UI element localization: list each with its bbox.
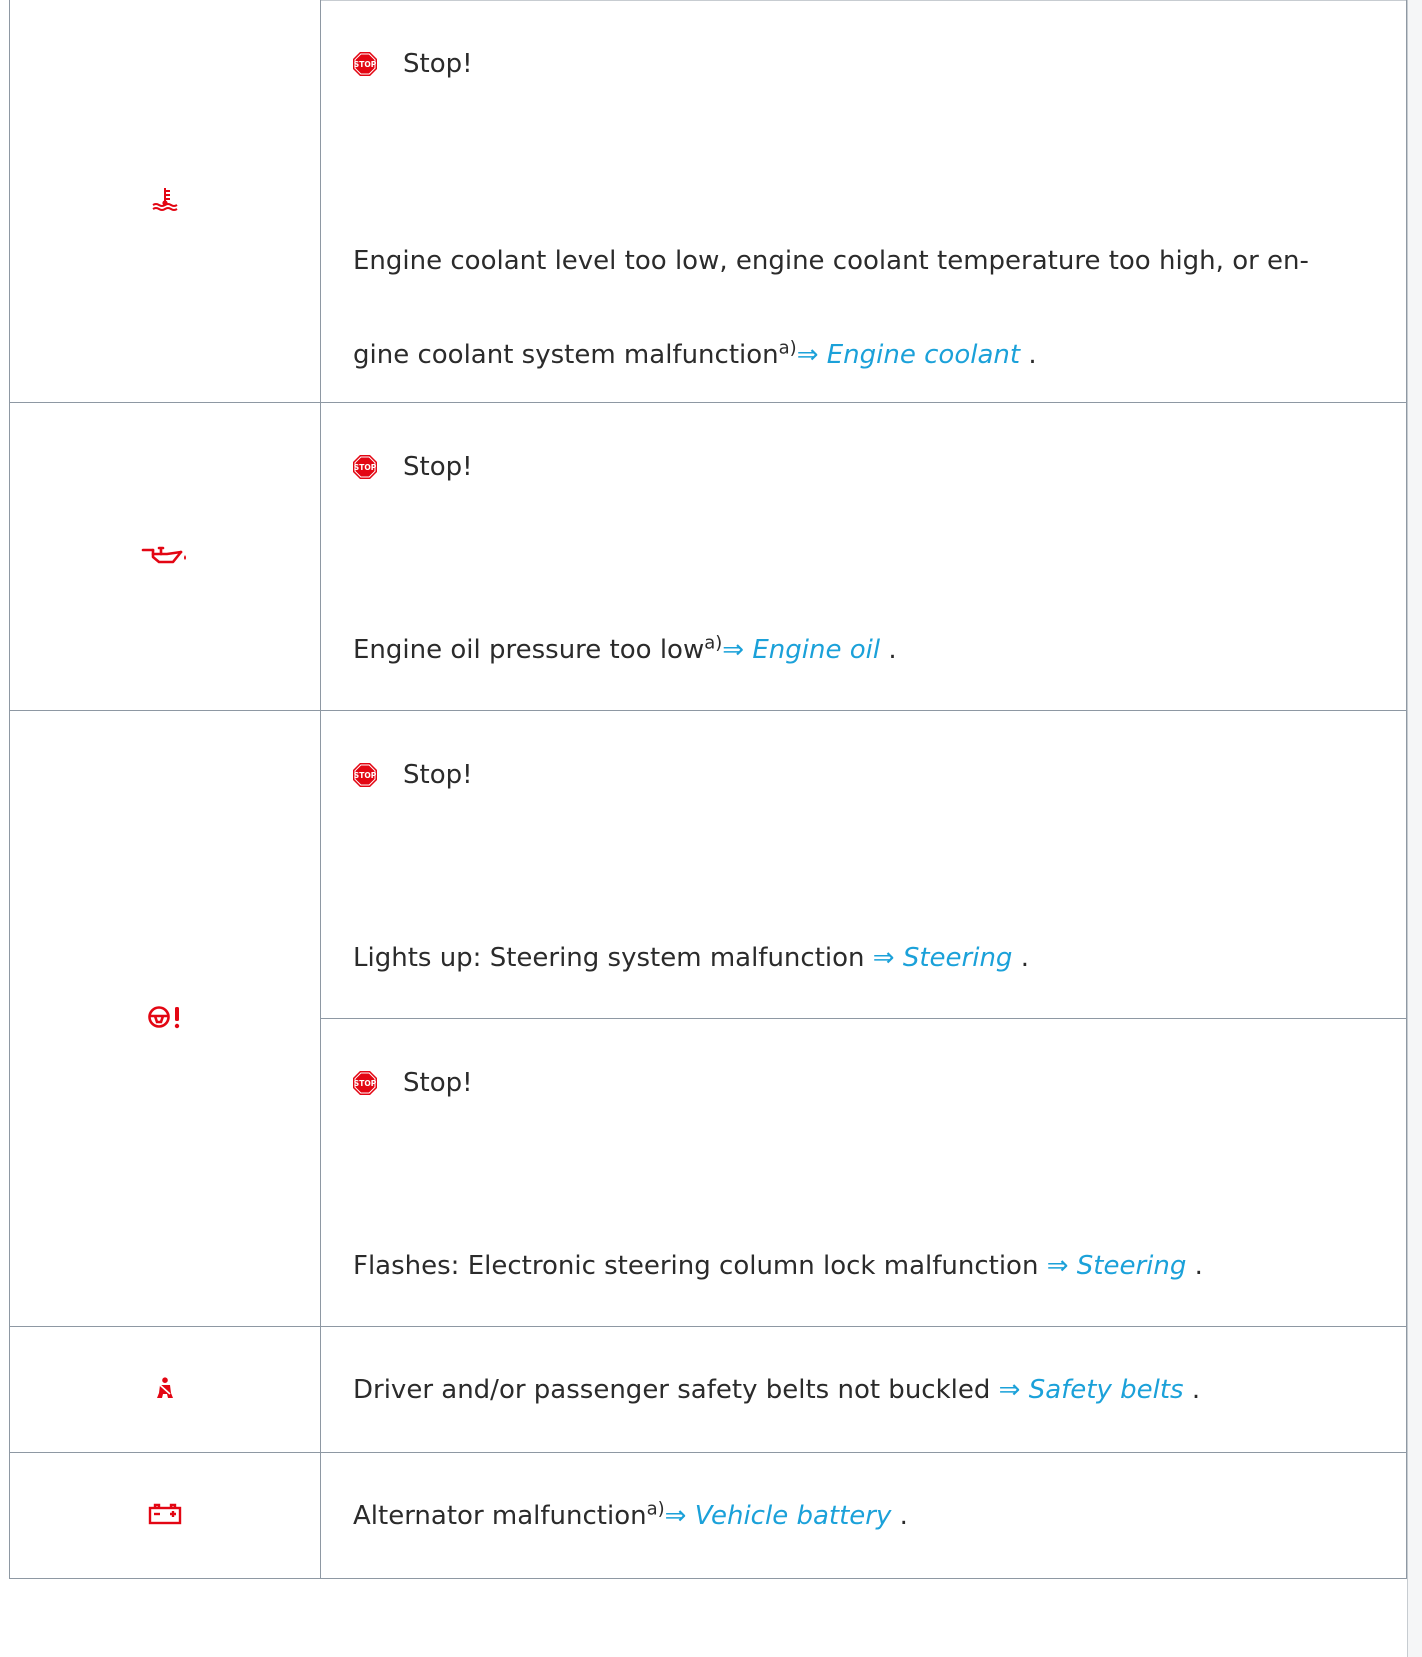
cross-reference-link[interactable]: ⇒ Safety belts: [999, 1375, 1184, 1405]
end-period: .: [1020, 943, 1029, 973]
stop-sign-icon: STOP: [353, 1071, 377, 1095]
link-text[interactable]: Safety belts: [1029, 1375, 1184, 1405]
arrow-glyph: ⇒: [998, 1374, 1021, 1405]
cross-reference-link[interactable]: ⇒ Engine coolant: [797, 340, 1020, 370]
symbol-cell: [9, 1452, 321, 1579]
coolant-temperature-icon: [152, 188, 178, 211]
link-text[interactable]: Engine coolant: [827, 340, 1020, 370]
cross-reference-link[interactable]: ⇒ Steering: [1047, 1251, 1187, 1281]
description-line: Lights up: Steering system malfunction ⇒…: [353, 911, 1386, 1005]
arrow-glyph: ⇒: [872, 943, 895, 973]
stop-label: Stop!: [403, 452, 473, 482]
end-period: .: [899, 1500, 908, 1531]
cross-reference-link[interactable]: ⇒ Engine oil: [722, 635, 880, 665]
arrow-glyph: ⇒: [1046, 1251, 1069, 1281]
cross-reference-link[interactable]: ⇒ Vehicle battery: [665, 1501, 892, 1531]
description-cell: Driver and/or passenger safety belts not…: [320, 1326, 1407, 1453]
end-period: .: [1194, 1251, 1203, 1281]
description-text: Driver and/or passenger safety belts not…: [353, 1374, 999, 1405]
stop-sign-icon: STOP: [353, 455, 377, 479]
description-line: Flashes: Electronic steering column lock…: [353, 1219, 1386, 1313]
description-cell: STOP Stop! Flashes: Electronic steering …: [320, 1018, 1407, 1327]
footnote-mark: a): [646, 1497, 665, 1519]
steering-wheel-warning-icon: [148, 1005, 180, 1028]
description-cell: STOP Stop! Engine coolant level too low,…: [320, 0, 1407, 403]
svg-text:STOP: STOP: [354, 771, 377, 780]
description-line: Alternator malfunctiona)⇒ Vehicle batter…: [353, 1469, 1386, 1563]
stop-label: Stop!: [403, 1068, 473, 1098]
oil-pressure-icon: [141, 546, 186, 563]
description-text: Lights up: Steering system malfunction: [353, 943, 873, 973]
arrow-glyph: ⇒: [664, 1500, 687, 1531]
description-line: Driver and/or passenger safety belts not…: [353, 1343, 1386, 1437]
table-row: STOP Stop! Engine coolant level too low,…: [9, 0, 1407, 403]
table-row: Driver and/or passenger safety belts not…: [9, 1326, 1407, 1453]
description-cell: STOP Stop! Lights up: Steering system ma…: [320, 710, 1407, 1019]
link-text[interactable]: Vehicle battery: [695, 1501, 892, 1531]
footnote-mark: a): [704, 632, 723, 654]
description-cell: STOP Stop! Engine oil pressure too lowa)…: [320, 402, 1407, 711]
stop-label: Stop!: [403, 49, 473, 79]
footnote-mark: a): [778, 337, 797, 359]
svg-text:STOP: STOP: [354, 1079, 377, 1088]
description-line: Engine oil pressure too lowa)⇒ Engine oi…: [353, 603, 1386, 697]
symbol-cell: [9, 402, 321, 711]
symbol-cell: [9, 1326, 321, 1453]
symbol-cell: [9, 710, 321, 1327]
seat-belt-icon: [157, 1376, 173, 1398]
warning-lights-page: STOP Stop! Engine coolant level too low,…: [0, 0, 1422, 1657]
stop-sign-icon: STOP: [353, 52, 377, 76]
description-text: Engine oil pressure too low: [353, 635, 705, 665]
svg-text:STOP: STOP: [354, 463, 377, 472]
description-text: Flashes: Electronic steering column lock…: [353, 1251, 1047, 1281]
link-text[interactable]: Steering: [903, 943, 1013, 973]
scrollbar-track[interactable]: [1407, 0, 1422, 1657]
table-row: Alternator malfunctiona)⇒ Vehicle batter…: [9, 1452, 1407, 1579]
stop-sign-icon: STOP: [353, 763, 377, 787]
symbol-cell: [9, 0, 321, 403]
description-line: Engine coolant level too low, engine coo…: [353, 246, 1309, 276]
end-period: .: [1191, 1374, 1201, 1405]
table-row: STOP Stop! Lights up: Steering system ma…: [9, 710, 1407, 1327]
description-text: Alternator malfunction: [353, 1500, 647, 1531]
link-text[interactable]: Engine oil: [752, 635, 880, 665]
stop-label: Stop!: [403, 760, 473, 790]
arrow-glyph: ⇒: [796, 340, 819, 370]
table-row: STOP Stop! Engine oil pressure too lowa)…: [9, 402, 1407, 711]
arrow-glyph: ⇒: [722, 635, 745, 665]
battery-icon: [148, 1503, 182, 1524]
svg-text:STOP: STOP: [354, 60, 377, 69]
description-text: gine coolant system malfunction: [353, 340, 779, 370]
end-period: .: [1028, 340, 1037, 370]
warning-lights-table: STOP Stop! Engine coolant level too low,…: [9, 0, 1407, 1579]
cross-reference-link[interactable]: ⇒ Steering: [873, 943, 1013, 973]
link-text[interactable]: Steering: [1077, 1251, 1187, 1281]
end-period: .: [888, 635, 897, 665]
description-cell: Alternator malfunctiona)⇒ Vehicle batter…: [320, 1452, 1407, 1579]
description-line: gine coolant system malfunctiona)⇒ Engin…: [353, 308, 1386, 402]
